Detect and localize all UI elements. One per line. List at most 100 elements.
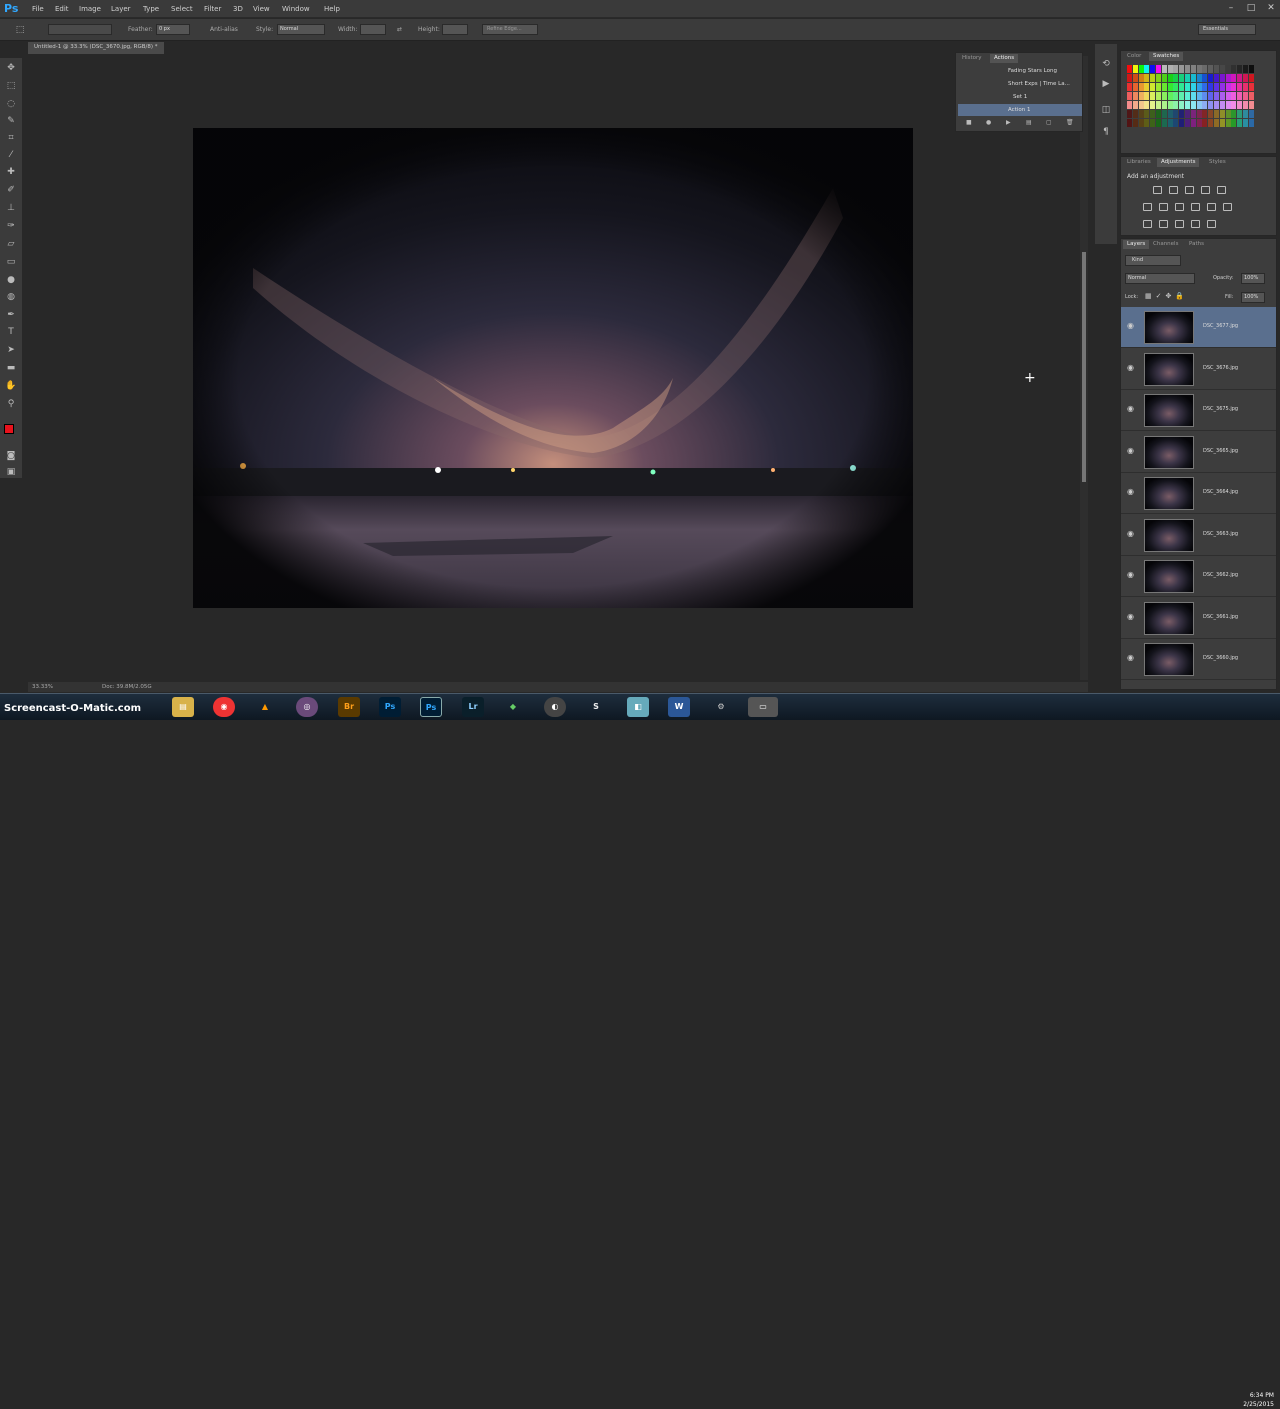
adjustment-icon[interactable] [1185,186,1194,194]
color-swatch[interactable] [1127,83,1132,91]
color-swatch[interactable] [1237,119,1243,127]
color-swatch[interactable] [1156,110,1161,118]
color-swatch[interactable] [1138,92,1144,100]
adjustment-icon[interactable] [1175,220,1184,228]
color-swatch[interactable] [1167,119,1173,127]
color-swatch[interactable] [1161,119,1167,127]
layer-row[interactable]: ◉ DSC_3662.jpg [1121,556,1276,597]
color-swatch[interactable] [1138,110,1144,118]
tab-adjustments[interactable]: Adjustments [1157,158,1200,167]
brush-tool-icon[interactable]: ✐ [5,184,17,196]
color-swatch[interactable] [1132,83,1138,91]
color-swatch[interactable] [1138,74,1144,82]
zoom-level[interactable]: 33.33% [32,684,53,690]
maximize-icon[interactable]: □ [1242,2,1260,14]
layer-row[interactable]: ◉ DSC_3676.jpg [1121,349,1276,390]
color-swatch[interactable] [1150,110,1156,118]
color-swatch[interactable] [1127,110,1132,118]
color-swatch[interactable] [1202,74,1208,82]
color-swatch[interactable] [1196,110,1202,118]
layer-row[interactable]: ◉ DSC_3677.jpg [1121,307,1276,348]
selection-mode-buttons[interactable] [48,24,112,35]
color-swatch[interactable] [1214,65,1219,73]
crop-tool-icon[interactable]: ⌗ [5,132,17,144]
action-item-selected[interactable]: Action 1 [958,104,1082,116]
color-swatch[interactable] [1190,83,1196,91]
color-swatch[interactable] [1214,74,1219,82]
color-swatch[interactable] [1231,83,1237,91]
color-swatch[interactable] [1150,74,1156,82]
photoshop-active-icon[interactable]: Ps [420,697,442,717]
color-swatch[interactable] [1214,119,1219,127]
color-swatch[interactable] [1225,74,1231,82]
color-swatch[interactable] [1219,119,1225,127]
color-swatch[interactable] [1161,110,1167,118]
bridge-icon[interactable]: Br [338,697,360,717]
tab-channels[interactable]: Channels [1149,240,1182,249]
adjustment-icon[interactable] [1217,186,1226,194]
color-swatch[interactable] [1243,92,1248,100]
close-icon[interactable]: ✕ [1262,2,1280,14]
color-swatch[interactable] [1144,74,1150,82]
tab-layers[interactable]: Layers [1123,240,1150,249]
color-swatch[interactable] [1185,65,1190,73]
color-swatch[interactable] [1138,101,1144,109]
action-item[interactable]: Fading Stars Long [958,65,1082,77]
menu-3d[interactable]: 3D [233,5,243,13]
color-swatch[interactable] [1150,83,1156,91]
color-swatch[interactable] [1127,65,1132,73]
color-swatch[interactable] [1225,101,1231,109]
color-swatch[interactable] [1243,74,1248,82]
color-swatch[interactable] [1173,65,1179,73]
pen-tool-icon[interactable]: ✒ [5,309,17,321]
color-swatch[interactable] [1237,65,1243,73]
tab-color[interactable]: Color [1123,52,1145,61]
color-swatch[interactable] [1150,101,1156,109]
history-brush-icon[interactable]: ✑ [5,220,17,232]
menu-window[interactable]: Window [282,5,310,13]
color-swatch[interactable] [1190,101,1196,109]
stop-icon[interactable]: ■ [966,119,972,126]
settings-icon[interactable]: ⚙ [710,697,732,717]
visibility-eye-icon[interactable]: ◉ [1127,446,1134,455]
color-swatch[interactable] [1179,119,1185,127]
record-icon[interactable]: ● [986,119,991,126]
skype-icon[interactable]: S [585,697,607,717]
color-swatch[interactable] [1161,83,1167,91]
adjustment-icon[interactable] [1191,220,1200,228]
layer-row[interactable]: ◉ DSC_3665.jpg [1121,432,1276,473]
antialias-checkbox[interactable]: Anti-alias [210,26,238,33]
color-swatch[interactable] [1237,110,1243,118]
color-swatch[interactable] [1208,92,1214,100]
color-swatch[interactable] [1132,65,1138,73]
color-swatch[interactable] [1167,65,1173,73]
tab-actions[interactable]: Actions [990,54,1019,63]
color-swatch[interactable] [1248,83,1254,91]
clone-stamp-icon[interactable]: ⊥ [5,202,17,214]
layer-row[interactable]: ◉ DSC_3661.jpg [1121,598,1276,639]
actions-icon[interactable]: ▶ [1100,78,1112,90]
blur-tool-icon[interactable]: ● [5,274,17,286]
color-swatch[interactable] [1127,101,1132,109]
color-swatch[interactable] [1132,92,1138,100]
visibility-eye-icon[interactable]: ◉ [1127,321,1134,330]
visibility-eye-icon[interactable]: ◉ [1127,612,1134,621]
chrome-icon[interactable]: ◉ [213,697,235,717]
explorer-icon[interactable]: ▤ [172,697,194,717]
color-swatch[interactable] [1208,74,1214,82]
color-swatch[interactable] [1202,101,1208,109]
tab-libraries[interactable]: Libraries [1123,158,1155,167]
eraser-icon[interactable]: ▱ [5,238,17,250]
photoshop-icon[interactable]: Ps [379,697,401,717]
color-swatch[interactable] [1225,119,1231,127]
lightroom-icon[interactable]: Lr [462,697,484,717]
adjustment-icon[interactable] [1191,203,1200,211]
color-swatch[interactable] [1248,119,1254,127]
color-swatch[interactable] [1138,119,1144,127]
color-swatch[interactable] [1167,74,1173,82]
visibility-eye-icon[interactable]: ◉ [1127,653,1134,662]
color-swatch[interactable] [1144,101,1150,109]
adjustment-icon[interactable] [1159,203,1168,211]
type-tool-icon[interactable]: T [5,326,17,338]
color-swatch[interactable] [1208,110,1214,118]
